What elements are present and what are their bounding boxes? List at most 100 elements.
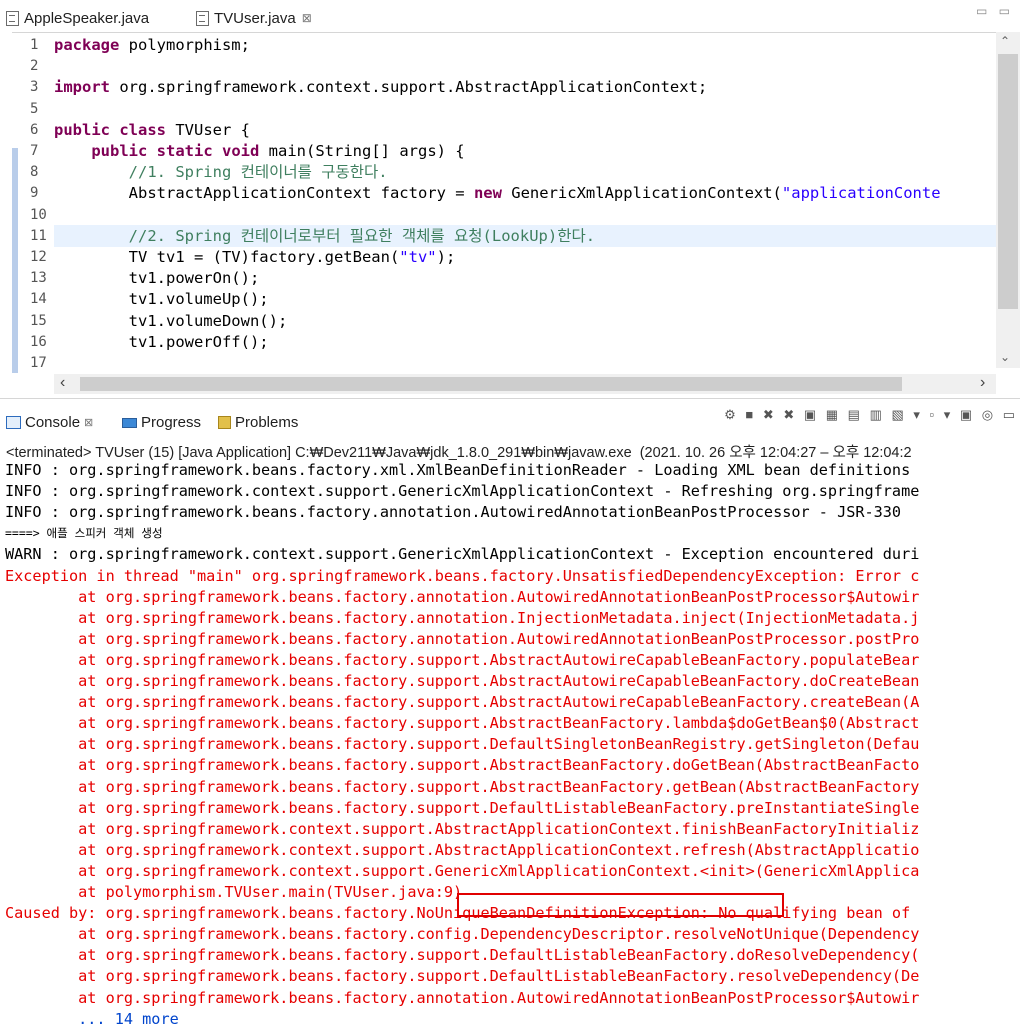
line-number: 7	[30, 143, 39, 159]
console-line: at org.springframework.context.support.G…	[5, 861, 920, 880]
console-line: at org.springframework.beans.factory.ann…	[5, 608, 920, 627]
code-line[interactable]: 1 package polymorphism;	[0, 34, 996, 56]
code-line[interactable]: 16 tv1.powerOff();	[0, 331, 996, 353]
code-token: tv1.volumeUp();	[54, 290, 269, 309]
line-number: 5	[30, 100, 39, 117]
scroll-right-icon[interactable]: ›	[980, 374, 985, 392]
console-line: INFO : org.springframework.beans.factory…	[5, 503, 902, 522]
code-token: TVUser {	[166, 120, 251, 139]
code-token: "tv"	[399, 248, 437, 266]
console-line: WARN : org.springframework.context.suppo…	[5, 545, 920, 564]
line-number: 13	[30, 270, 47, 287]
scroll-thumb[interactable]	[80, 377, 902, 391]
code-token: main(String[] args) {	[259, 142, 465, 160]
tab-label: AppleSpeaker.java	[24, 9, 150, 27]
tab-problems[interactable]: Problems	[218, 414, 298, 431]
tab-tvuser[interactable]: TVUser.java ⊠	[196, 4, 312, 32]
line-number: 12	[30, 249, 47, 265]
code-token: TV tv1 = (TV)factory.getBean(	[54, 248, 400, 266]
code-token: //1. Spring 컨테이너를 구동한다.	[128, 163, 388, 182]
code-line[interactable]: 10	[0, 204, 996, 226]
line-number: 3	[30, 79, 39, 96]
code-line[interactable]: 3 import org.springframework.context.supp…	[0, 76, 996, 98]
line-number: 10	[30, 206, 47, 223]
line-number: 8	[30, 164, 39, 181]
code-line[interactable]: 2	[0, 55, 996, 77]
console-toolbar[interactable]: ⚙ ■ ✖ ✖ ▣ ▦ ▤ ▥ ▧ ▾ ▫ ▾ ▣ ◎ ▭	[724, 407, 1018, 423]
console-line: at org.springframework.beans.factory.sup…	[5, 777, 920, 796]
scroll-down-icon[interactable]: ⌄	[1000, 350, 1010, 364]
code-token: import	[54, 78, 110, 97]
console-line: INFO : org.springframework.beans.factory…	[5, 461, 911, 479]
code-line[interactable]: 15 tv1.volumeDown();	[0, 310, 996, 332]
line-number: 17	[30, 355, 47, 368]
java-file-icon	[6, 10, 19, 26]
console-line: at org.springframework.beans.factory.sup…	[5, 672, 920, 690]
console-line: at org.springframework.beans.factory.sup…	[5, 714, 920, 733]
console-line: at org.springframework.beans.factory.con…	[5, 925, 920, 944]
console-line: at org.springframework.context.support.A…	[5, 819, 920, 838]
console-line: at org.springframework.context.support.A…	[5, 840, 920, 859]
code-token: void	[222, 142, 260, 160]
line-number: 11	[30, 227, 47, 244]
code-editor[interactable]: AppleSpeaker.java TVUser.java ⊠ ▭ ▭ 1 pac…	[0, 0, 1020, 398]
code-text: public class TVUser {	[54, 119, 250, 141]
code-line[interactable]: 7 public static void main(String[] args)…	[0, 140, 996, 162]
code-text: tv1.volumeUp();	[54, 288, 269, 310]
scroll-up-icon[interactable]: ⌃	[1000, 34, 1010, 48]
tab-label: TVUser.java	[214, 9, 296, 27]
line-number: 6	[30, 121, 39, 138]
code-token: class	[119, 120, 167, 139]
console-line: at org.springframework.beans.factory.sup…	[5, 735, 920, 754]
highlight-box	[457, 893, 784, 917]
tab-applespeaker[interactable]: AppleSpeaker.java	[6, 4, 149, 32]
code-text: tv1.volumeDown();	[54, 310, 288, 332]
code-token: public	[91, 142, 148, 160]
code-line[interactable]: 8 //1. Spring 컨테이너를 구동한다.	[0, 161, 996, 183]
code-line[interactable]: 12 TV tv1 = (TV)factory.getBean("tv");	[0, 246, 996, 268]
vertical-scrollbar[interactable]: ⌃ ⌄	[996, 32, 1020, 368]
console-line: at org.springframework.beans.factory.ann…	[5, 988, 920, 1007]
line-number: 2	[30, 58, 39, 75]
close-icon[interactable]: ⊠	[84, 416, 93, 429]
code-text: AbstractApplicationContext factory = new…	[54, 182, 941, 204]
code-token: static	[156, 142, 213, 160]
scroll-left-icon[interactable]: ‹	[60, 374, 65, 392]
code-token: "applicationConte	[781, 184, 941, 203]
code-line[interactable]: 5	[0, 98, 996, 120]
close-icon[interactable]: ⊠	[302, 11, 312, 25]
quick-diff-bar	[12, 148, 18, 373]
code-token: tv1.powerOn();	[54, 269, 260, 288]
code-line[interactable]: 11 //2. Spring 컨테이너로부터 필요한 객체를 요청(LookUp…	[0, 225, 996, 247]
code-text: TV tv1 = (TV)factory.getBean("tv");	[54, 246, 456, 268]
code-text: //2. Spring 컨테이너로부터 필요한 객체를 요청(LookUp)한다…	[54, 225, 595, 247]
code-token: new	[473, 184, 502, 203]
code-area[interactable]: 1 package polymorphism; 2 3 import org.sprin…	[0, 32, 996, 368]
code-line[interactable]: 17	[0, 352, 996, 368]
tab-label: Progress	[141, 414, 202, 431]
code-text: tv1.powerOff();	[54, 331, 269, 353]
tab-progress[interactable]: Progress	[122, 414, 201, 431]
code-line[interactable]: 13 tv1.powerOn();	[0, 267, 996, 289]
code-token: //2. Spring 컨테이너로부터 필요한 객체를 요청(LookUp)한다…	[128, 226, 596, 245]
code-token: GenericXmlApplicationContext(	[501, 184, 782, 203]
horizontal-scrollbar[interactable]: ‹ ›	[54, 374, 996, 394]
console-line: at org.springframework.beans.factory.sup…	[5, 756, 920, 775]
code-token: );	[436, 248, 456, 266]
tab-console[interactable]: Console ⊠	[6, 414, 93, 431]
code-line[interactable]: 9 AbstractApplicationContext factory = n…	[0, 182, 996, 204]
minimize-maximize-icon[interactable]: ▭ ▭	[976, 4, 1014, 18]
code-line[interactable]: 6 public class TVUser {	[0, 119, 996, 141]
code-token: public	[54, 120, 110, 139]
scroll-thumb[interactable]	[998, 54, 1018, 309]
console-line: at org.springframework.beans.factory.sup…	[5, 946, 920, 965]
console-line: at org.springframework.beans.factory.sup…	[5, 693, 920, 712]
code-line[interactable]: 14 tv1.volumeUp();	[0, 288, 996, 310]
code-text: public static void main(String[] args) {	[54, 140, 465, 162]
tab-label: Console	[25, 414, 81, 431]
line-number: 1	[30, 37, 39, 53]
console-line: at org.springframework.beans.factory.ann…	[5, 629, 920, 648]
